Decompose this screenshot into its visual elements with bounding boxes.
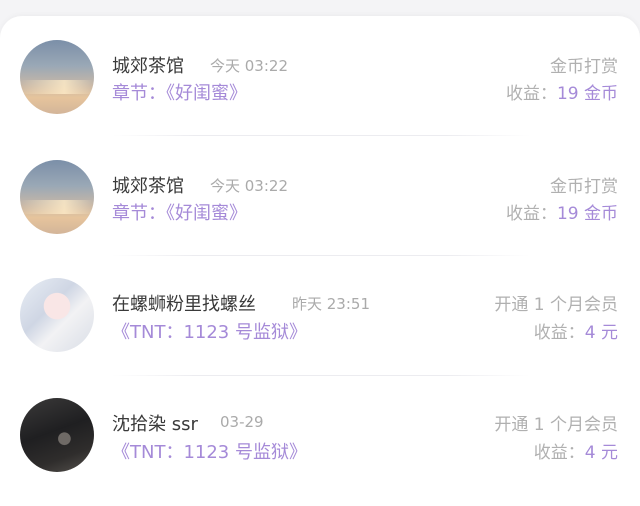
- avatar[interactable]: [20, 160, 94, 234]
- list-item[interactable]: 在螺蛳粉里找螺丝 昨天 23:51 《TNT：1123 号监狱》 开通 1 个月…: [0, 256, 640, 376]
- list-item[interactable]: 城郊茶馆 今天 03:22 章节：《好闺蜜》 金币打赏 收益：19 金币: [0, 136, 640, 256]
- book-link[interactable]: 《TNT：1123 号监狱》: [112, 318, 307, 344]
- income-text: 收益：4 元: [534, 318, 618, 343]
- income-label: 收益：: [533, 323, 585, 343]
- user-name[interactable]: 沈拾染 ssr: [112, 410, 198, 436]
- user-name[interactable]: 在螺蛳粉里找螺丝: [112, 290, 256, 316]
- action-label: 金币打赏: [550, 177, 618, 197]
- income-text: 收益：4 元: [534, 438, 618, 463]
- user-name[interactable]: 城郊茶馆: [112, 172, 184, 198]
- income-amount: 19 金币: [556, 204, 618, 224]
- income-label: 收益：: [533, 443, 585, 463]
- timestamp: 今天 03:22: [210, 177, 288, 195]
- income-text: 收益：19 金币: [506, 79, 618, 104]
- action-label: 开通 1 个月会员: [494, 415, 618, 435]
- avatar[interactable]: [20, 40, 94, 114]
- timestamp: 今天 03:22: [210, 57, 288, 75]
- chapter-link[interactable]: 章节：《好闺蜜》: [112, 79, 247, 105]
- list-item[interactable]: 沈拾染 ssr 03-29 《TNT：1123 号监狱》 开通 1 个月会员 收…: [0, 376, 640, 496]
- chapter-link[interactable]: 章节：《好闺蜜》: [112, 199, 247, 225]
- action-label: 金币打赏: [550, 57, 618, 77]
- income-amount: 4 元: [584, 443, 618, 463]
- records-list: 城郊茶馆 今天 03:22 章节：《好闺蜜》 金币打赏 收益：19 金币 城郊茶…: [0, 16, 640, 506]
- list-item[interactable]: 城郊茶馆 今天 03:22 章节：《好闺蜜》 金币打赏 收益：19 金币: [0, 16, 640, 136]
- income-label: 收益：: [505, 84, 557, 104]
- income-text: 收益：19 金币: [506, 199, 618, 224]
- avatar[interactable]: [20, 398, 94, 472]
- user-name[interactable]: 城郊茶馆: [112, 52, 184, 78]
- income-label: 收益：: [505, 204, 557, 224]
- avatar[interactable]: [20, 278, 94, 352]
- income-amount: 19 金币: [556, 84, 618, 104]
- income-amount: 4 元: [584, 323, 618, 343]
- book-link[interactable]: 《TNT：1123 号监狱》: [112, 438, 307, 464]
- timestamp: 03-29: [220, 413, 264, 431]
- action-label: 开通 1 个月会员: [494, 295, 618, 315]
- timestamp: 昨天 23:51: [292, 295, 370, 313]
